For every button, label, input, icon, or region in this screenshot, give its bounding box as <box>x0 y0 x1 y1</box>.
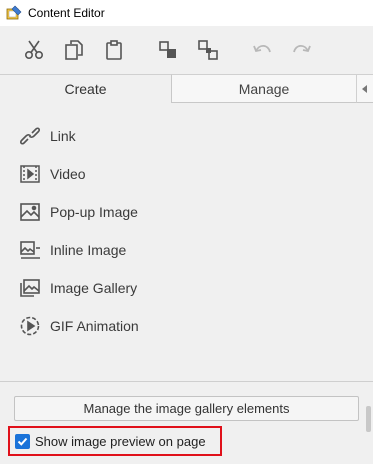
ungroup-button[interactable] <box>194 36 222 64</box>
list-item-label: Link <box>50 128 76 144</box>
list-item-gif-animation[interactable]: GIF Animation <box>0 308 373 344</box>
list-item-image-gallery[interactable]: Image Gallery <box>0 270 373 306</box>
copy-icon <box>65 40 83 60</box>
link-icon <box>19 126 41 146</box>
list-item-label: Inline Image <box>50 242 127 258</box>
video-icon <box>19 164 41 184</box>
window-title: Content Editor <box>28 6 105 20</box>
list-item-label: Video <box>50 166 86 182</box>
undo-button[interactable] <box>248 36 276 64</box>
redo-button[interactable] <box>288 36 316 64</box>
cut-icon <box>24 40 44 60</box>
title-bar: Content Editor <box>0 0 373 26</box>
preview-checkbox-row[interactable]: Show image preview on page <box>8 426 222 456</box>
tab-scroll-left-button[interactable] <box>356 74 373 103</box>
paste-icon <box>106 40 122 60</box>
redo-icon <box>293 44 311 53</box>
group-icon <box>159 41 176 58</box>
tab-bar: Create Manage <box>0 74 373 103</box>
tab-manage[interactable]: Manage <box>172 74 356 103</box>
inline-image-icon <box>19 240 41 260</box>
list-item-video[interactable]: Video <box>0 156 373 192</box>
manage-gallery-button[interactable]: Manage the image gallery elements <box>14 396 359 421</box>
image-icon <box>19 202 41 222</box>
gif-icon <box>19 316 41 336</box>
preview-checkbox[interactable] <box>15 434 30 449</box>
app-logo-icon <box>6 5 22 20</box>
list-item-label: GIF Animation <box>50 318 139 334</box>
copy-button[interactable] <box>60 36 88 64</box>
list-item-popup-image[interactable]: Pop-up Image <box>0 194 373 230</box>
list-item-label: Pop-up Image <box>50 204 138 220</box>
ungroup-icon <box>198 40 218 60</box>
toolbar <box>0 26 373 74</box>
list-item-inline-image[interactable]: Inline Image <box>0 232 373 268</box>
preview-checkbox-label: Show image preview on page <box>35 433 206 449</box>
list-item-link[interactable]: Link <box>0 118 373 154</box>
chevron-left-icon <box>362 84 367 93</box>
undo-icon <box>253 44 271 53</box>
group-button[interactable] <box>154 36 182 64</box>
checkmark-icon <box>17 437 28 446</box>
cut-button[interactable] <box>20 36 48 64</box>
footer-panel: Manage the image gallery elements Show i… <box>0 382 373 464</box>
list-item-label: Image Gallery <box>50 280 138 296</box>
paste-button[interactable] <box>100 36 128 64</box>
scrollbar-thumb[interactable] <box>366 406 371 432</box>
tab-create[interactable]: Create <box>0 74 172 103</box>
gallery-icon <box>19 278 41 298</box>
